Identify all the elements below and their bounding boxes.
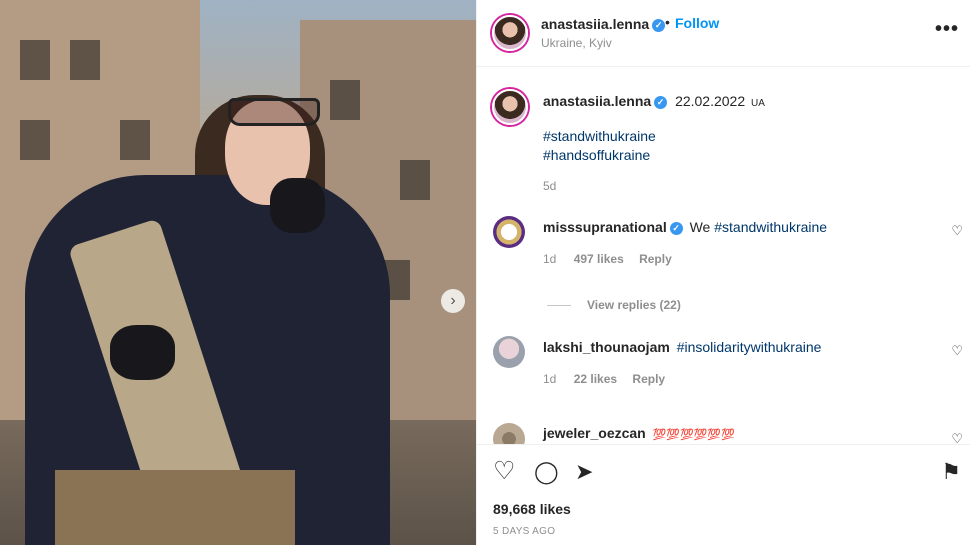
follow-button[interactable]: Follow <box>675 15 719 31</box>
hashtag-link[interactable]: #standwithukraine <box>714 219 827 235</box>
location[interactable]: Ukraine, Kyiv <box>541 36 612 50</box>
caption-avatar[interactable] <box>492 89 528 125</box>
verified-badge-icon: ✓ <box>654 95 668 109</box>
hashtag-link[interactable]: #insolidaritywithukraine <box>677 339 822 355</box>
username[interactable]: anastasiia.lenna <box>541 16 649 32</box>
glasses <box>228 98 320 126</box>
separator: • <box>665 14 670 30</box>
reply-button[interactable]: Reply <box>639 252 672 266</box>
comment-likes[interactable]: 22 likes <box>574 372 617 386</box>
comment-likes[interactable]: 497 likes <box>574 252 624 266</box>
verified-badge-icon: ✓ <box>669 221 683 235</box>
caption-time: 5d <box>543 179 557 193</box>
next-image-button[interactable]: › <box>441 289 465 313</box>
post-photo[interactable] <box>0 0 476 545</box>
comment-avatar[interactable] <box>493 216 525 248</box>
reply-button[interactable]: Reply <box>632 372 665 386</box>
action-bar: ♡ ◯ ➤ ⚑ 89,668 likes 5 DAYS AGO <box>477 444 970 546</box>
comment-username[interactable]: lakshi_thounaojam <box>543 339 670 355</box>
caption-date: 22.02.2022 <box>675 93 746 109</box>
share-icon[interactable]: ➤ <box>575 459 593 485</box>
comment-time: 1d <box>543 372 557 386</box>
comment-avatar[interactable] <box>493 336 525 368</box>
save-icon[interactable]: ⚑ <box>941 459 961 485</box>
comment-time: 1d <box>543 252 557 266</box>
verified-badge-icon: ✓ <box>652 18 666 32</box>
comments-list[interactable]: anastasiia.lenna ✓ 22.02.2022 UA #standwi… <box>477 67 970 444</box>
caption-date-suffix: UA <box>751 98 765 109</box>
comment-icon[interactable]: ◯ <box>534 459 559 485</box>
like-comment-icon[interactable]: ♡ <box>951 343 963 359</box>
like-comment-icon[interactable]: ♡ <box>951 223 963 239</box>
comment-text: We <box>689 219 711 235</box>
comment-avatar[interactable] <box>493 423 525 444</box>
caption-username[interactable]: anastasiia.lenna <box>543 93 651 109</box>
post-time: 5 DAYS AGO <box>493 526 556 537</box>
likes-count[interactable]: 89,668 likes <box>493 501 571 517</box>
chevron-right-icon: › <box>450 292 456 309</box>
comment-text: 💯💯💯💯💯💯 <box>652 429 735 441</box>
like-icon[interactable]: ♡ <box>493 456 515 486</box>
avatar[interactable] <box>492 15 528 51</box>
comment-username[interactable]: jeweler_oezcan <box>543 425 646 441</box>
hashtag-link[interactable]: #standwithukraine <box>543 128 656 144</box>
more-options-icon[interactable]: ••• <box>935 18 959 41</box>
comment-username[interactable]: misssupranational <box>543 219 667 235</box>
post-panel: anastasiia.lenna ✓ • Follow Ukraine, Kyiv… <box>476 0 970 545</box>
view-replies-button[interactable]: View replies (22) <box>547 298 681 312</box>
like-comment-icon[interactable]: ♡ <box>951 431 963 444</box>
hashtag-link[interactable]: #handsoffukraine <box>543 147 650 163</box>
post-header: anastasiia.lenna ✓ • Follow Ukraine, Kyiv… <box>477 0 970 67</box>
